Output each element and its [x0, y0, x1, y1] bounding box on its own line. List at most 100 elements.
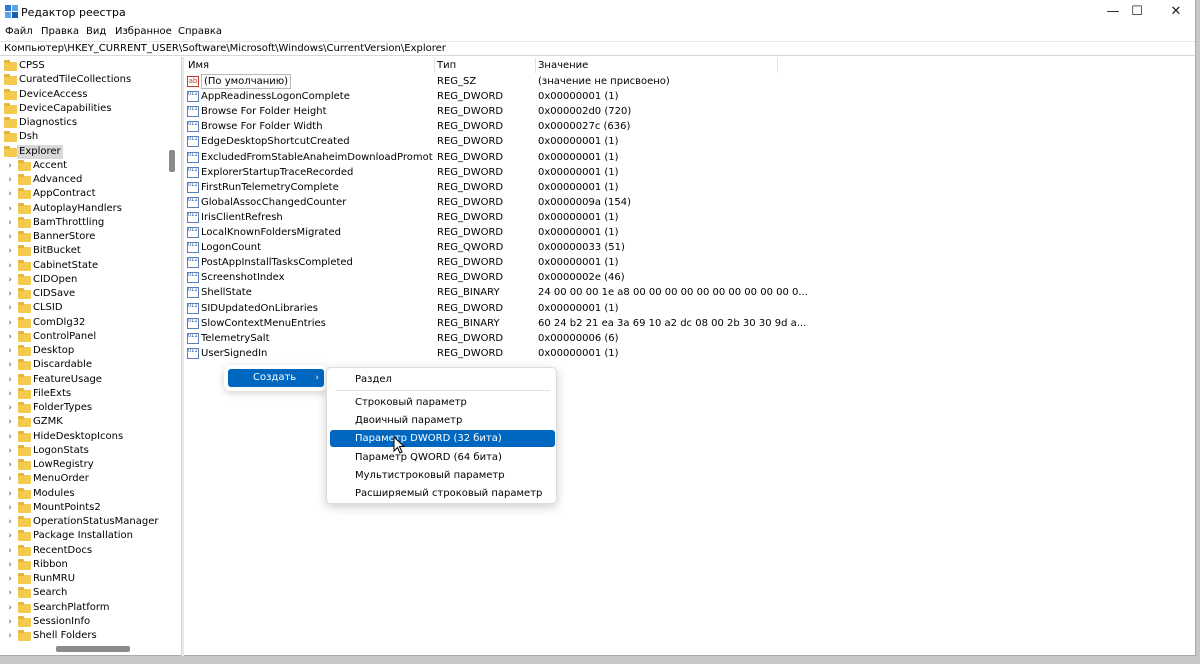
tree-item-label: Explorer: [17, 144, 63, 159]
menu-view[interactable]: Вид: [86, 26, 106, 37]
value-data: 0x000002d0 (720): [538, 106, 632, 118]
chevron-right-icon[interactable]: ›: [6, 230, 14, 244]
string-value-icon: ab: [187, 76, 199, 87]
value-name: Browse For Folder Height: [201, 106, 327, 118]
close-button[interactable]: ✕: [1153, 0, 1199, 24]
chevron-right-icon[interactable]: ›: [6, 586, 14, 600]
value-row[interactable]: 011 110Browse For Folder Width REG_DWORD 0…: [185, 119, 785, 134]
chevron-right-icon[interactable]: ›: [6, 358, 14, 372]
tree-item-label: CIDSave: [33, 288, 76, 299]
value-row[interactable]: 011 110SIDUpdatedOnLibraries REG_DWORD 0x0…: [185, 301, 785, 316]
chevron-right-icon[interactable]: ›: [6, 316, 14, 330]
submenu-item[interactable]: Мультистроковый параметр: [330, 467, 555, 484]
chevron-right-icon[interactable]: ›: [6, 202, 14, 216]
chevron-right-icon[interactable]: ›: [6, 173, 14, 187]
value-type: REG_DWORD: [437, 227, 504, 238]
tree-horizontal-scrollbar[interactable]: [56, 646, 130, 652]
folder-icon: [18, 630, 31, 641]
tree-item-label: Advanced: [33, 174, 83, 185]
chevron-right-icon[interactable]: ›: [6, 373, 14, 387]
menu-help[interactable]: Справка: [178, 26, 222, 37]
folder-icon: [18, 231, 31, 242]
value-row[interactable]: 011 110EdgeDesktopShortcutCreated REG_DWO…: [185, 134, 785, 149]
column-header-value[interactable]: Значение: [538, 59, 588, 73]
address-bar[interactable]: Компьютер\HKEY_CURRENT_USER\Software\Mic…: [0, 41, 1195, 56]
tree-item-label: MenuOrder: [33, 473, 89, 485]
value-row[interactable]: 011 110ExplorerStartupTraceRecorded REG_D…: [185, 165, 785, 180]
menu-edit[interactable]: Правка: [41, 26, 79, 37]
submenu-item[interactable]: Параметр QWORD (64 бита): [330, 449, 555, 466]
chevron-right-icon[interactable]: ›: [6, 472, 14, 486]
submenu-item[interactable]: Строковый параметр: [330, 394, 555, 411]
chevron-right-icon[interactable]: ›: [6, 487, 14, 501]
value-row[interactable]: 011 110UserSignedIn REG_DWORD 0x00000001 (…: [185, 346, 785, 361]
value-row[interactable]: 011 110TelemetrySalt REG_DWORD 0x00000006 …: [185, 331, 785, 346]
chevron-right-icon[interactable]: ›: [6, 244, 14, 258]
submenu-item[interactable]: Расширяемый строковый параметр: [330, 485, 555, 502]
chevron-right-icon[interactable]: ›: [6, 601, 14, 615]
chevron-right-icon[interactable]: ›: [6, 216, 14, 230]
value-row[interactable]: 011 110ScreenshotIndex REG_DWORD 0x0000002…: [185, 270, 785, 285]
value-row[interactable]: 011 110GlobalAssocChangedCounter REG_DWOR…: [185, 195, 785, 210]
chevron-right-icon[interactable]: ›: [6, 187, 14, 201]
chevron-right-icon[interactable]: ›: [6, 287, 14, 301]
context-menu-create[interactable]: Создать ›: [228, 369, 324, 387]
value-row[interactable]: 011 110LocalKnownFoldersMigrated REG_DWOR…: [185, 225, 785, 240]
chevron-right-icon[interactable]: ›: [6, 401, 14, 415]
chevron-right-icon[interactable]: ›: [6, 415, 14, 429]
submenu-item[interactable]: Раздел: [330, 371, 555, 388]
tree-item-label: GZMK: [33, 416, 63, 428]
chevron-right-icon[interactable]: ›: [6, 501, 14, 515]
tree-item-label: Package Installation: [33, 530, 134, 542]
value-row[interactable]: 011 110LogonCount REG_QWORD 0x00000033 (51…: [185, 240, 785, 255]
chevron-right-icon[interactable]: ›: [6, 629, 14, 643]
chevron-right-icon[interactable]: ›: [6, 430, 14, 444]
chevron-right-icon[interactable]: ›: [6, 615, 14, 629]
binary-value-icon: 011 110: [187, 91, 199, 103]
value-type: REG_DWORD: [437, 181, 504, 193]
chevron-right-icon[interactable]: ›: [6, 529, 14, 543]
chevron-right-icon[interactable]: ›: [6, 444, 14, 458]
chevron-right-icon[interactable]: ›: [6, 159, 14, 173]
column-separator[interactable]: [535, 58, 536, 73]
chevron-right-icon[interactable]: ›: [6, 344, 14, 358]
submenu-item[interactable]: Параметр DWORD (32 бита): [330, 430, 555, 447]
value-row[interactable]: ab (По умолчанию) REG_SZ (значение не присв…: [185, 74, 785, 89]
mouse-cursor-icon: [393, 436, 406, 454]
value-data: 0x00000001 (1): [538, 151, 619, 163]
value-row[interactable]: 011 110ShellState REG_BINARY 24 00 00 00 1…: [185, 285, 808, 300]
column-separator[interactable]: [777, 58, 778, 73]
value-row[interactable]: 011 110IrisClientRefresh REG_DWORD 0x00000…: [185, 210, 785, 225]
pane-splitter[interactable]: [181, 57, 184, 656]
menu-bar: Файл Правка Вид Избранное Справка: [0, 24, 1195, 41]
value-row[interactable]: 011 110ExcludedFromStableAnaheimDownload…: [185, 150, 785, 165]
chevron-right-icon[interactable]: ›: [6, 458, 14, 472]
value-name: IrisClientRefresh: [201, 211, 283, 223]
chevron-right-icon[interactable]: ›: [6, 544, 14, 558]
chevron-right-icon[interactable]: ›: [6, 558, 14, 572]
value-row[interactable]: 011 110FirstRunTelemetryComplete REG_DWOR…: [185, 180, 785, 195]
column-header-name[interactable]: Имя: [188, 59, 209, 73]
folder-icon: [4, 74, 17, 86]
values-list[interactable]: Имя Тип Значение ab (По умолчанию) REG_SZ (…: [185, 57, 1196, 656]
chevron-right-icon[interactable]: ›: [6, 572, 14, 586]
tree-vertical-scrollbar[interactable]: [169, 150, 175, 172]
column-header-type[interactable]: Тип: [437, 59, 456, 73]
menu-favorites[interactable]: Избранное: [115, 26, 172, 37]
key-tree[interactable]: CPSS CuratedTileCollections DeviceAccess De…: [0, 57, 179, 656]
submenu-item[interactable]: Двоичный параметр: [330, 412, 555, 429]
value-row[interactable]: 011 110AppReadinessLogonComplete REG_DWOR…: [185, 89, 785, 104]
chevron-right-icon[interactable]: ›: [6, 259, 14, 273]
chevron-right-icon[interactable]: ›: [6, 273, 14, 287]
binary-value-icon: 011 110: [187, 166, 199, 178]
chevron-right-icon[interactable]: ›: [6, 330, 14, 344]
column-separator[interactable]: [434, 58, 435, 73]
menu-file[interactable]: Файл: [5, 26, 33, 37]
value-row[interactable]: 011 110SlowContextMenuEntries REG_BINARY 6…: [185, 316, 806, 331]
chevron-right-icon[interactable]: ›: [6, 301, 14, 315]
create-submenu: Раздел Строковый параметр Двоичный парамет…: [326, 367, 557, 504]
chevron-right-icon[interactable]: ›: [6, 515, 14, 529]
value-row[interactable]: 011 110PostAppInstallTasksCompleted REG_D…: [185, 255, 785, 270]
chevron-right-icon[interactable]: ›: [6, 387, 14, 401]
value-row[interactable]: 011 110Browse For Folder Height REG_DWORD…: [185, 104, 785, 119]
